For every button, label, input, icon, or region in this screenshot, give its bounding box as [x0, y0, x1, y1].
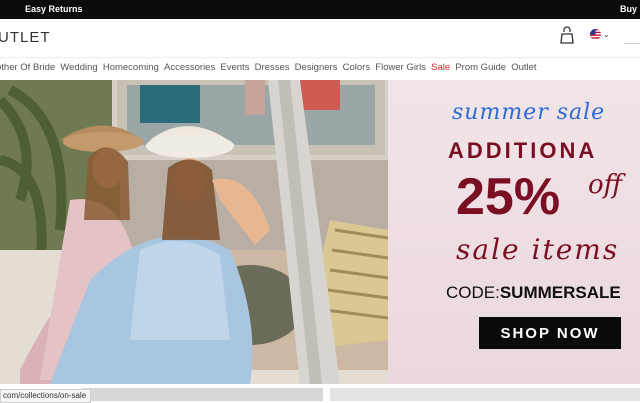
- nav-item-colors[interactable]: Colors: [343, 62, 370, 73]
- shopping-bag-icon[interactable]: [560, 26, 574, 44]
- easy-returns-text[interactable]: Easy Returns: [25, 4, 83, 14]
- nav-item-homecoming[interactable]: Homecoming: [103, 62, 159, 73]
- promo-discount: 25%: [456, 168, 561, 226]
- collection-thumbnail[interactable]: [82, 388, 323, 401]
- nav-item-events[interactable]: Events: [220, 62, 249, 73]
- promo-subtitle: sale items: [456, 233, 620, 266]
- promo-code: CODE:SUMMERSALE: [446, 283, 621, 303]
- nav-item-wedding[interactable]: Wedding: [60, 62, 97, 73]
- shop-now-button[interactable]: SHOP NOW: [479, 317, 621, 349]
- collection-thumbnail[interactable]: [330, 388, 640, 401]
- currency-selector[interactable]: ⌄: [590, 29, 610, 40]
- search-input[interactable]: [624, 43, 640, 44]
- store-logo[interactable]: UTLET: [0, 29, 51, 46]
- chevron-down-icon: ⌄: [603, 30, 610, 39]
- nav-item-flower-girls[interactable]: Flower Girls: [375, 62, 426, 73]
- promo-off-text: off: [588, 170, 623, 200]
- us-flag-icon: [590, 29, 601, 40]
- nav-item-accessories[interactable]: Accessories: [164, 62, 215, 73]
- nav-item-mother-of-bride[interactable]: other Of Bride: [0, 62, 55, 73]
- nav-item-prom-guide[interactable]: Prom Guide: [455, 62, 506, 73]
- promo-eyebrow: summer sale: [452, 100, 606, 125]
- announcement-bar: Easy Returns Buy n: [0, 0, 640, 19]
- nav-item-dresses[interactable]: Dresses: [255, 62, 290, 73]
- site-header: UTLET ⌄: [0, 19, 640, 57]
- nav-item-sale[interactable]: Sale: [431, 62, 450, 73]
- promo-code-label: CODE:: [446, 283, 500, 302]
- buy-now-text[interactable]: Buy n: [620, 4, 640, 14]
- nav-item-designers[interactable]: Designers: [295, 62, 338, 73]
- nav-item-outlet[interactable]: Outlet: [511, 62, 536, 73]
- promo-code-value: SUMMERSALE: [499, 283, 621, 302]
- main-navigation: other Of Bride Wedding Homecoming Access…: [0, 57, 640, 81]
- promo-headline: ADDITIONA: [448, 138, 598, 163]
